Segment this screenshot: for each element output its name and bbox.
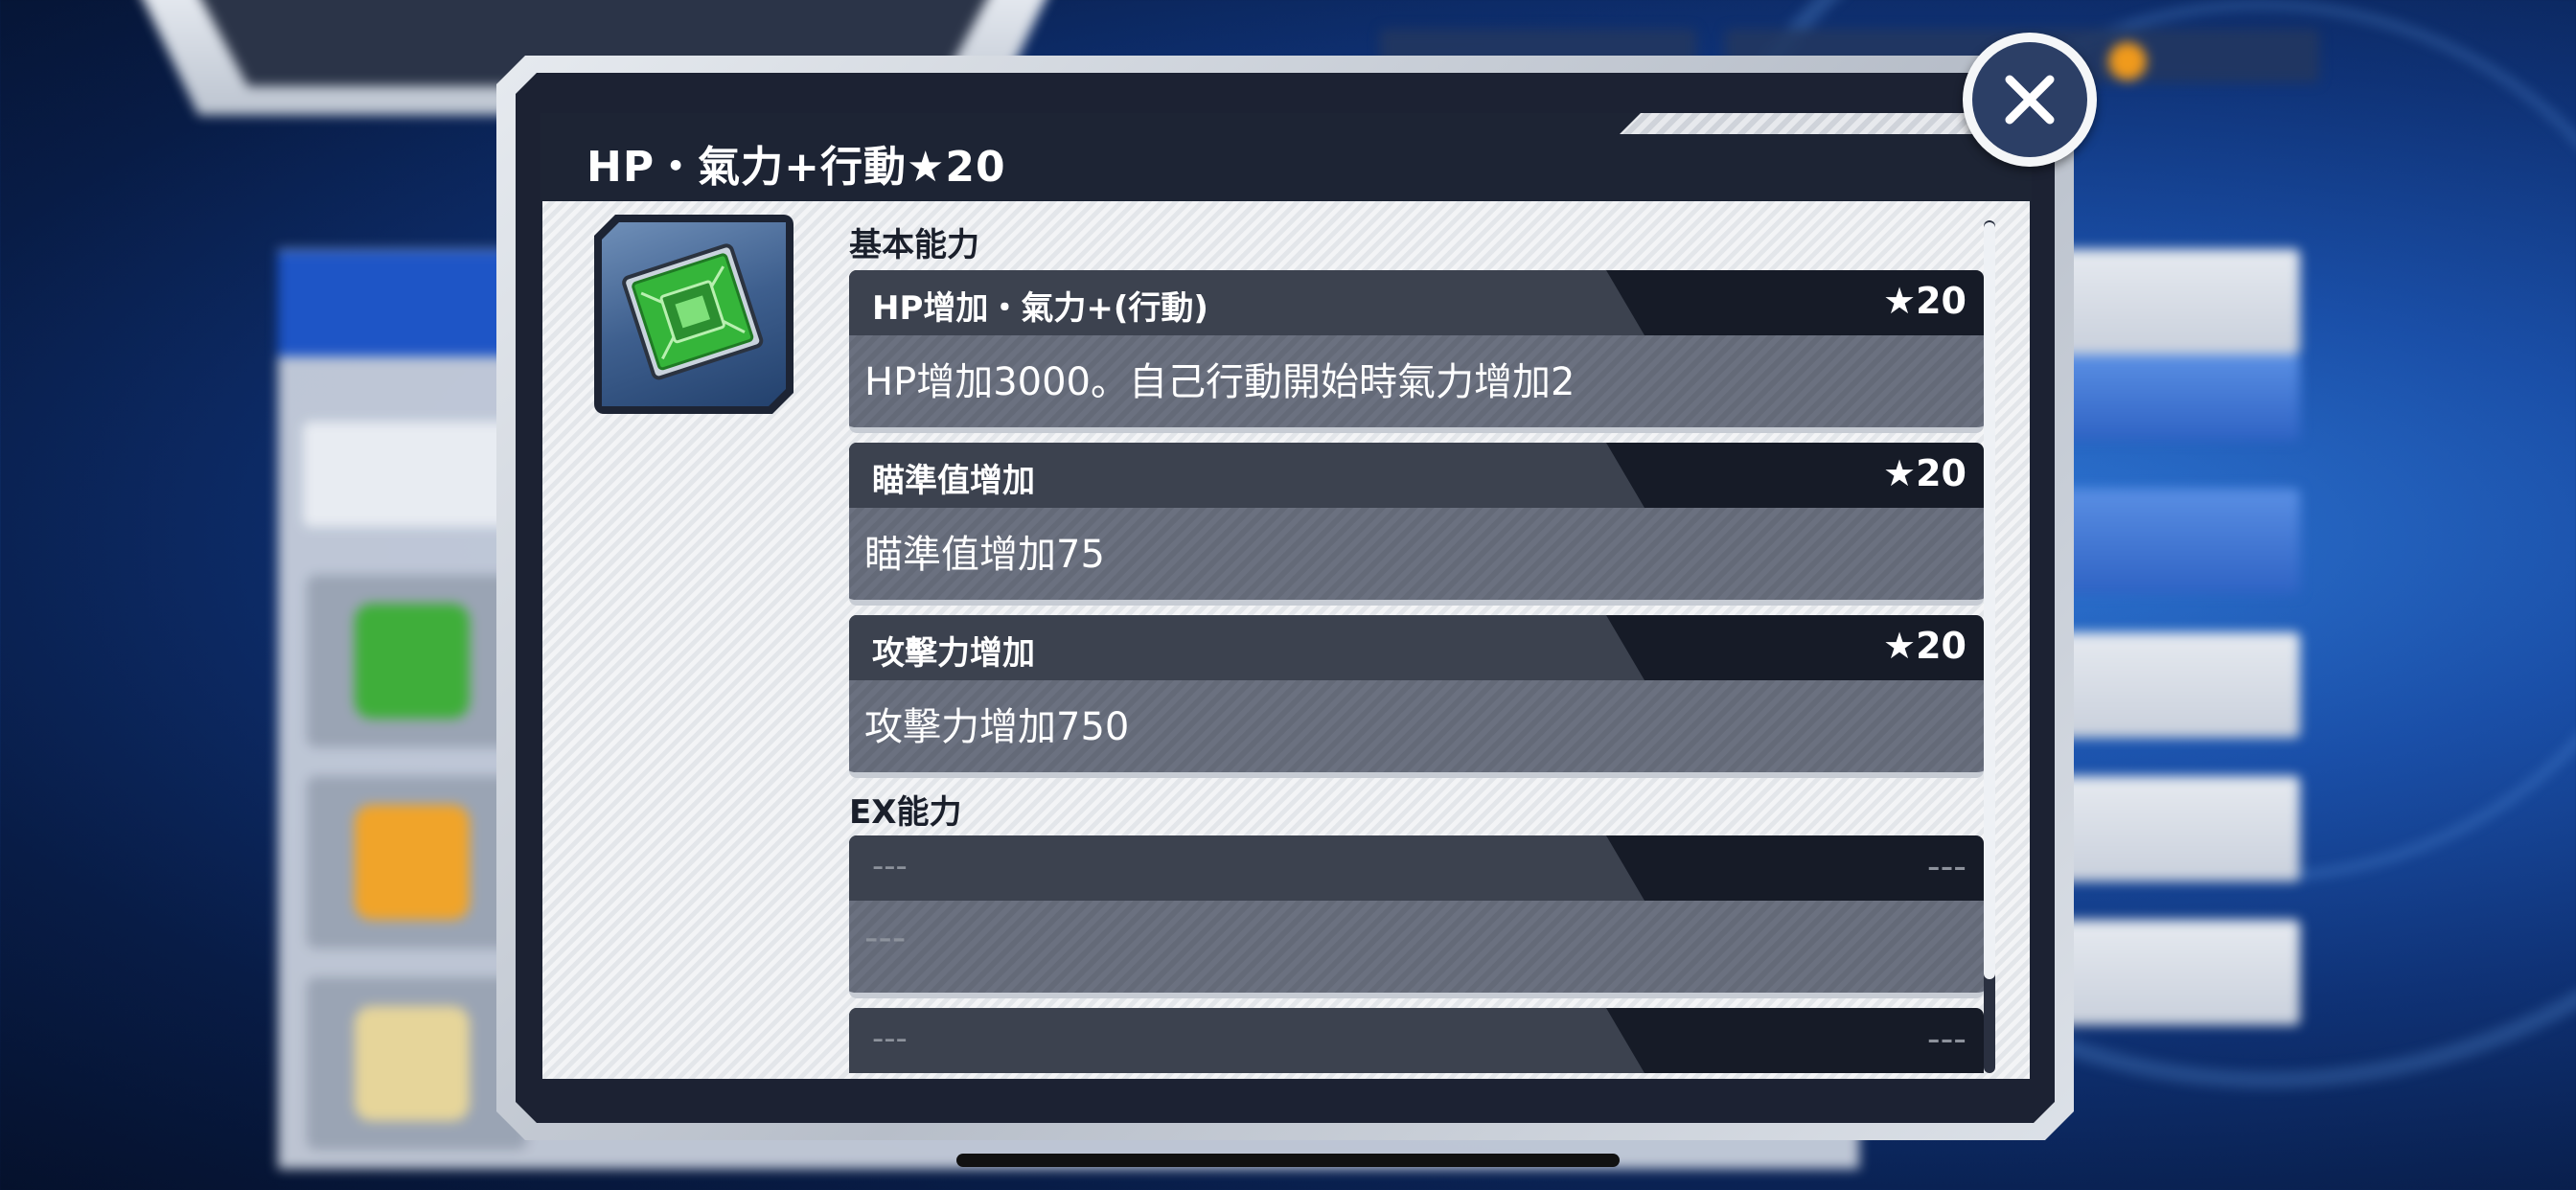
ability-card: HP增加・氣力+(行動) ★20 HP增加3000。自己行動開始時氣力增加2 xyxy=(849,270,1984,433)
item-icon-frame xyxy=(594,215,794,414)
scrollbar-thumb[interactable] xyxy=(1984,222,1995,979)
ability-rank: --- xyxy=(1926,1018,1966,1060)
ability-name: HP增加・氣力+(行動) xyxy=(872,289,1208,328)
close-x-icon xyxy=(2005,75,2055,125)
basic-abilities-label: 基本能力 xyxy=(849,226,979,264)
ability-description: 瞄準值增加75 xyxy=(864,533,1105,577)
ability-name: --- xyxy=(872,847,908,885)
ability-card: 攻擊力增加 ★20 攻擊力增加750 xyxy=(849,615,1984,778)
green-chip-icon xyxy=(611,230,776,395)
ability-rank: --- xyxy=(1926,845,1966,887)
dialog-title: HP・氣力+行動★20 xyxy=(586,143,1006,192)
home-indicator[interactable] xyxy=(956,1154,1620,1167)
ability-rank: ★20 xyxy=(1883,280,1966,322)
ability-description: 攻擊力增加750 xyxy=(864,705,1130,749)
ability-name: 攻擊力增加 xyxy=(872,634,1035,673)
ability-description: --- xyxy=(864,916,907,960)
ex-ability-card: --- --- --- xyxy=(849,835,1984,998)
ability-rank: ★20 xyxy=(1883,625,1966,667)
ex-abilities-label: EX能力 xyxy=(849,793,962,832)
ability-name: 瞄準值增加 xyxy=(872,462,1035,500)
ability-name: --- xyxy=(872,1019,908,1058)
ex-ability-card: --- --- xyxy=(849,1008,1984,1075)
ability-description: HP增加3000。自己行動開始時氣力增加2 xyxy=(864,360,1576,404)
ability-card: 瞄準值增加 ★20 瞄準值增加75 xyxy=(849,443,1984,606)
dialog-header: HP・氣力+行動★20 xyxy=(540,113,2032,205)
ability-rank: ★20 xyxy=(1883,452,1966,494)
close-button[interactable] xyxy=(1963,33,2097,167)
